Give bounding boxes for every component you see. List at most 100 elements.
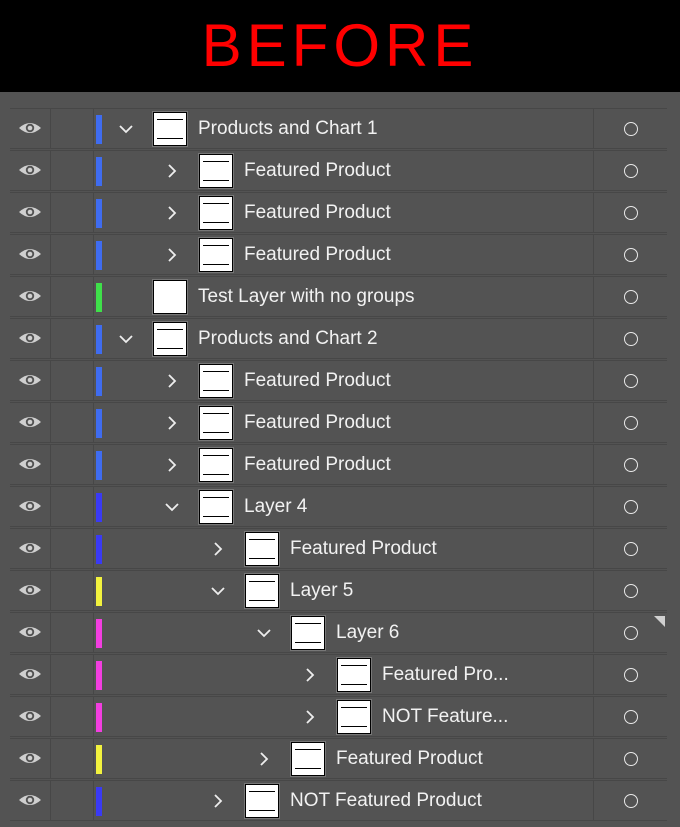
- visibility-toggle[interactable]: [10, 319, 51, 359]
- layer-main-cell[interactable]: Featured Product: [106, 193, 594, 233]
- target-button[interactable]: [594, 319, 667, 359]
- lock-toggle[interactable]: [51, 739, 94, 779]
- target-button[interactable]: [594, 235, 667, 275]
- visibility-toggle[interactable]: [10, 613, 51, 653]
- visibility-toggle[interactable]: [10, 571, 51, 611]
- layer-row[interactable]: Featured Product: [10, 360, 667, 401]
- layer-row[interactable]: Featured Product: [10, 444, 667, 485]
- chevron-right-icon[interactable]: [164, 205, 180, 221]
- visibility-toggle[interactable]: [10, 487, 51, 527]
- lock-toggle[interactable]: [51, 235, 94, 275]
- lock-toggle[interactable]: [51, 277, 94, 317]
- layer-main-cell[interactable]: NOT Feature...: [106, 697, 594, 737]
- layer-name[interactable]: Featured Pro...: [382, 655, 509, 695]
- target-button[interactable]: [594, 571, 667, 611]
- layer-row[interactable]: Featured Product: [10, 150, 667, 191]
- layer-main-cell[interactable]: Featured Product: [106, 445, 594, 485]
- target-button[interactable]: [594, 151, 667, 191]
- lock-toggle[interactable]: [51, 613, 94, 653]
- visibility-toggle[interactable]: [10, 151, 51, 191]
- visibility-toggle[interactable]: [10, 781, 51, 821]
- layer-name[interactable]: NOT Feature...: [382, 697, 508, 737]
- lock-toggle[interactable]: [51, 571, 94, 611]
- lock-toggle[interactable]: [51, 697, 94, 737]
- layer-main-cell[interactable]: Products and Chart 1: [106, 109, 594, 149]
- layer-name[interactable]: Featured Product: [244, 193, 391, 233]
- layer-row[interactable]: Featured Pro...: [10, 654, 667, 695]
- layer-row[interactable]: Layer 5: [10, 570, 667, 611]
- lock-toggle[interactable]: [51, 655, 94, 695]
- chevron-down-icon[interactable]: [118, 121, 134, 137]
- target-button[interactable]: [594, 487, 667, 527]
- target-button[interactable]: [594, 529, 667, 569]
- chevron-right-icon[interactable]: [164, 163, 180, 179]
- visibility-toggle[interactable]: [10, 277, 51, 317]
- lock-toggle[interactable]: [51, 781, 94, 821]
- chevron-right-icon[interactable]: [256, 751, 272, 767]
- layer-name[interactable]: Products and Chart 2: [198, 319, 378, 359]
- target-button[interactable]: [594, 739, 667, 779]
- chevron-right-icon[interactable]: [210, 793, 226, 809]
- layer-row[interactable]: Products and Chart 1: [10, 108, 667, 149]
- layer-name[interactable]: NOT Featured Product: [290, 781, 482, 821]
- target-button[interactable]: [594, 403, 667, 443]
- layer-name[interactable]: Featured Product: [244, 403, 391, 443]
- visibility-toggle[interactable]: [10, 739, 51, 779]
- lock-toggle[interactable]: [51, 445, 94, 485]
- layer-main-cell[interactable]: Products and Chart 2: [106, 319, 594, 359]
- lock-toggle[interactable]: [51, 193, 94, 233]
- layer-row[interactable]: Featured Product: [10, 402, 667, 443]
- layer-main-cell[interactable]: Layer 5: [106, 571, 594, 611]
- target-button[interactable]: [594, 109, 667, 149]
- chevron-down-icon[interactable]: [164, 499, 180, 515]
- layer-row[interactable]: Featured Product: [10, 738, 667, 779]
- target-button[interactable]: [594, 697, 667, 737]
- target-button[interactable]: [594, 781, 667, 821]
- layer-name[interactable]: Test Layer with no groups: [198, 277, 415, 317]
- chevron-right-icon[interactable]: [164, 457, 180, 473]
- chevron-down-icon[interactable]: [210, 583, 226, 599]
- visibility-toggle[interactable]: [10, 235, 51, 275]
- layer-name[interactable]: Layer 4: [244, 487, 307, 527]
- visibility-toggle[interactable]: [10, 445, 51, 485]
- layer-row[interactable]: Featured Product: [10, 234, 667, 275]
- layer-row[interactable]: Layer 6: [10, 612, 667, 653]
- layer-row[interactable]: Products and Chart 2: [10, 318, 667, 359]
- layer-name[interactable]: Featured Product: [290, 529, 437, 569]
- target-button[interactable]: [594, 361, 667, 401]
- layer-main-cell[interactable]: Test Layer with no groups: [106, 277, 594, 317]
- target-button[interactable]: [594, 277, 667, 317]
- layer-main-cell[interactable]: Featured Product: [106, 235, 594, 275]
- chevron-right-icon[interactable]: [164, 247, 180, 263]
- layer-name[interactable]: Featured Product: [336, 739, 483, 779]
- layer-row[interactable]: Featured Product: [10, 528, 667, 569]
- layer-name[interactable]: Featured Product: [244, 361, 391, 401]
- chevron-down-icon[interactable]: [118, 331, 134, 347]
- visibility-toggle[interactable]: [10, 109, 51, 149]
- lock-toggle[interactable]: [51, 361, 94, 401]
- visibility-toggle[interactable]: [10, 697, 51, 737]
- layer-name[interactable]: Layer 6: [336, 613, 399, 653]
- target-button[interactable]: [594, 193, 667, 233]
- layer-row[interactable]: NOT Feature...: [10, 696, 667, 737]
- target-button[interactable]: [594, 445, 667, 485]
- layer-name[interactable]: Featured Product: [244, 151, 391, 191]
- layer-name[interactable]: Featured Product: [244, 445, 391, 485]
- layer-main-cell[interactable]: Featured Product: [106, 529, 594, 569]
- chevron-down-icon[interactable]: [256, 625, 272, 641]
- layer-row[interactable]: NOT Featured Product: [10, 780, 667, 821]
- target-button[interactable]: [594, 655, 667, 695]
- layer-main-cell[interactable]: Featured Product: [106, 739, 594, 779]
- layer-main-cell[interactable]: Featured Product: [106, 151, 594, 191]
- chevron-right-icon[interactable]: [164, 373, 180, 389]
- layer-main-cell[interactable]: NOT Featured Product: [106, 781, 594, 821]
- layer-row[interactable]: Featured Product: [10, 192, 667, 233]
- layer-name[interactable]: Layer 5: [290, 571, 353, 611]
- visibility-toggle[interactable]: [10, 655, 51, 695]
- visibility-toggle[interactable]: [10, 529, 51, 569]
- visibility-toggle[interactable]: [10, 193, 51, 233]
- lock-toggle[interactable]: [51, 529, 94, 569]
- chevron-right-icon[interactable]: [302, 709, 318, 725]
- chevron-right-icon[interactable]: [210, 541, 226, 557]
- chevron-right-icon[interactable]: [164, 415, 180, 431]
